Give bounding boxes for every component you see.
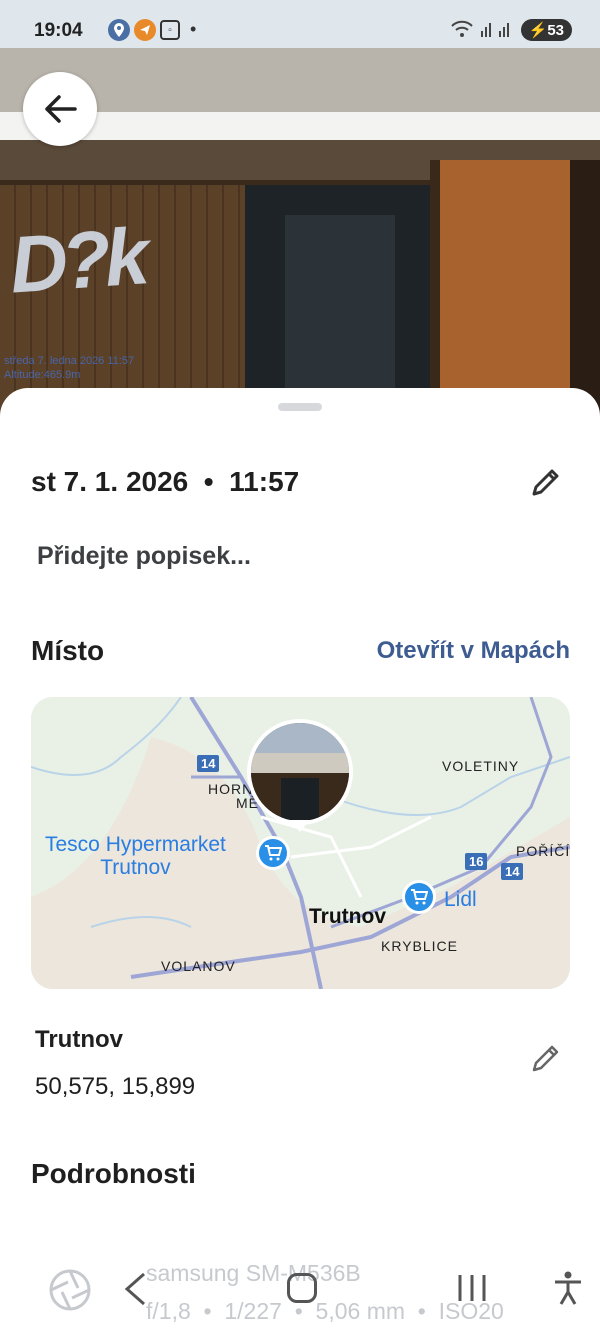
battery-indicator: ⚡53 <box>520 19 572 41</box>
telegram-icon <box>134 19 156 41</box>
photo-opening <box>245 185 430 420</box>
edit-location-button[interactable] <box>528 1040 564 1076</box>
back-button[interactable] <box>23 72 97 146</box>
map-poi-lidl[interactable]: Lidl <box>444 888 477 911</box>
details-sheet: st 7. 1. 2026 • 11:57 Přidejte popisek..… <box>0 388 600 1333</box>
details-section-title: Podrobnosti <box>31 1158 196 1189</box>
edit-datetime-button[interactable] <box>528 464 564 500</box>
photo-timestamp-stamp: středa 7. ledna 2026 11:57 Altitude:465.… <box>4 355 135 381</box>
accessibility-icon <box>555 1271 581 1305</box>
pencil-icon <box>532 469 559 496</box>
location-map[interactable]: 14 16 14 HORNÍ MĚ VOLETINY POŘÍČÍ KRYBLI… <box>31 697 570 989</box>
map-poi-tesco[interactable]: Tesco Hypermarket Trutnov <box>45 833 226 879</box>
nav-back-button[interactable] <box>122 1271 148 1312</box>
caption-input[interactable]: Přidejte popisek... <box>37 542 251 571</box>
map-label-kryblice: KRYBLICE <box>381 938 458 954</box>
dot-icon: • <box>190 19 197 39</box>
location-icon <box>108 19 130 41</box>
accessibility-button[interactable] <box>553 1270 583 1311</box>
location-name: Trutnov <box>35 1026 123 1053</box>
location-coordinates: 50,575, 15,899 <box>35 1073 196 1100</box>
status-right-icons: ⚡53 <box>450 19 572 41</box>
photo-datetime[interactable]: st 7. 1. 2026 • 11:57 <box>31 466 299 498</box>
signal-icon <box>479 21 515 40</box>
map-label-voletiny: VOLETINY <box>442 758 520 774</box>
place-section-title: Místo <box>31 635 105 666</box>
photo-preview: D?k středa 7. ledna 2026 11:57 Altitude:… <box>0 0 600 420</box>
shopping-cart-icon <box>402 880 436 914</box>
map-label-porici: POŘÍČÍ <box>516 843 570 859</box>
status-bar: 19:04 ▫ • ⚡53 <box>0 0 600 62</box>
photo-door-right <box>430 160 600 420</box>
status-time: 19:04 <box>34 20 83 41</box>
map-label-volanov: VOLANOV <box>161 958 236 974</box>
map-photo-pin[interactable] <box>247 719 353 825</box>
photo-graffiti: D?k <box>7 211 147 310</box>
open-in-maps-link[interactable]: Otevřít v Mapách <box>377 637 570 665</box>
system-nav-bar <box>0 1250 600 1333</box>
road-shield-14: 14 <box>197 755 220 772</box>
recents-icon <box>458 1275 486 1301</box>
screenshot-icon: ▫ <box>160 20 180 40</box>
status-notification-icons: ▫ • <box>108 19 196 41</box>
pencil-icon <box>532 1045 559 1072</box>
road-shield-16: 16 <box>465 853 488 870</box>
chevron-left-icon <box>124 1272 145 1306</box>
shopping-cart-icon <box>256 836 290 870</box>
sheet-drag-handle[interactable] <box>278 403 322 411</box>
nav-recents-button[interactable] <box>455 1272 489 1309</box>
wifi-icon <box>450 20 473 41</box>
arrow-left-icon <box>45 95 77 123</box>
nav-home-button[interactable] <box>287 1273 317 1303</box>
map-label-city: Trutnov <box>309 905 386 928</box>
road-shield-14: 14 <box>501 863 524 880</box>
map-pin-tail <box>290 820 310 832</box>
